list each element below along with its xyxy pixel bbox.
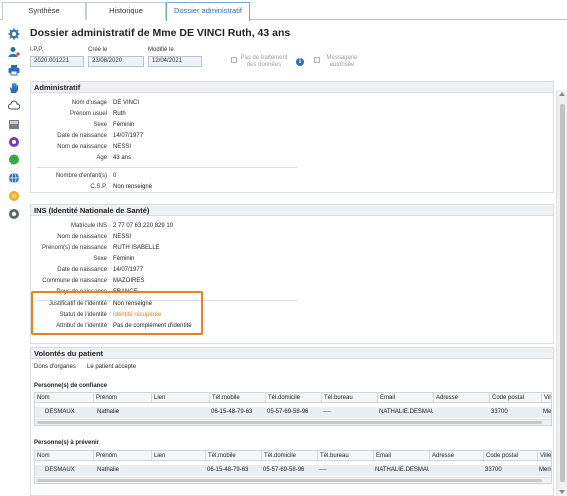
ipp-label: I.P.P. (30, 47, 44, 53)
printer-icon[interactable] (7, 63, 20, 76)
confiance-caption: Personne(s) de confiance (34, 383, 108, 389)
messagerie-checkbox[interactable] (314, 57, 320, 63)
messagerie-label: Messagerie autorisée (326, 55, 358, 68)
administratif-title: Administratif (31, 82, 553, 93)
pas-traitement-checkbox[interactable] (231, 57, 237, 63)
column-header[interactable]: Nom (35, 451, 93, 461)
table-cell: NATHALIE.DESMAU... (375, 467, 429, 473)
column-header[interactable]: Email (377, 393, 433, 403)
table-cell: Me (543, 409, 552, 415)
content-scroll-area: Administratif Nom d'usage DE VINCI Prénom… (26, 78, 567, 496)
purple-circle-icon[interactable] (7, 135, 20, 148)
ins-section: INS (Identité Nationale de Santé) Matric… (30, 204, 554, 344)
column-header[interactable]: Code postal (483, 451, 537, 461)
table-cell: 33700 (485, 467, 502, 473)
info-icon[interactable]: i (296, 58, 304, 66)
column-header[interactable]: Adresse (433, 393, 489, 403)
gear-icon[interactable] (7, 27, 20, 40)
column-header[interactable]: Tél.bureau (321, 393, 377, 403)
gray-circle-icon[interactable] (7, 207, 20, 220)
orange-coin-icon[interactable] (7, 189, 20, 202)
left-toolbar (0, 20, 26, 496)
table-cell: NATHALIE.DESMAU... (379, 409, 433, 415)
cree-le-field[interactable]: 23/08/2020 (88, 56, 144, 67)
column-header[interactable]: Ville (541, 393, 551, 403)
user-key-icon[interactable] (7, 45, 20, 58)
column-header[interactable]: Adresse (429, 451, 483, 461)
table-cell: Nathalie (97, 409, 120, 415)
table-cell: Merign (539, 467, 551, 473)
table-cell: 06-15-48-79-63 (207, 467, 249, 473)
main-panel: Dossier administratif de Mme DE VINCI Ru… (26, 20, 567, 496)
prevenir-table: Nom Prénom Lien Tél.mobile Tél.domicile … (34, 450, 552, 484)
scrollbar-thumb[interactable] (37, 479, 542, 482)
table-cell (431, 465, 481, 476)
modifie-le-field[interactable]: 12/04/2021 (148, 56, 202, 67)
column-header[interactable]: Lien (151, 393, 209, 403)
table-cell: 05-57-69-58-96 (267, 409, 309, 415)
table-cell (435, 407, 487, 418)
horizontal-scrollbar[interactable] (35, 419, 551, 425)
scroll-up-arrow-icon[interactable] (559, 92, 565, 96)
table-cell: 06-15-48-79-63 (211, 409, 253, 415)
ins-title: INS (Identité Nationale de Santé) (31, 205, 553, 216)
column-header[interactable]: Email (373, 451, 429, 461)
table-header: Nom Prénom Lien Tél.mobile Tél.domicile … (35, 393, 551, 403)
horizontal-scrollbar[interactable] (35, 477, 551, 483)
tab-bar: Synthèse Historique Dossier administrati… (0, 0, 567, 21)
vertical-scrollbar[interactable] (556, 90, 567, 496)
table-row[interactable]: DESMAUX Nathalie 06-15-48-79-63 05-57-69… (35, 465, 551, 476)
dons-value: Le patient accepte (87, 364, 137, 370)
table-cell: 33700 (491, 409, 508, 415)
table-cell (153, 465, 203, 476)
prevenir-caption: Personne(s) à prévenir (34, 440, 100, 446)
tab-dossier-administratif[interactable]: Dossier administratif (166, 2, 250, 21)
dons-label: Dons d'organes (34, 364, 76, 370)
scrollbar-thumb[interactable] (560, 104, 565, 482)
column-header[interactable]: Tél.bureau (317, 451, 373, 461)
column-header[interactable]: Code postal (489, 393, 541, 403)
column-header[interactable]: Tél.domicile (261, 451, 317, 461)
column-header[interactable]: Ville (537, 451, 551, 461)
green-chat-icon[interactable] (7, 153, 20, 166)
blue-globe-icon[interactable] (7, 171, 20, 184)
table-cell: DESMAUX (45, 467, 75, 473)
divider (37, 167, 297, 168)
modifie-le-label: Modifié le (148, 47, 174, 53)
ipp-field[interactable]: 2020.001221 (30, 56, 84, 67)
tab-historique[interactable]: Historique (86, 2, 166, 20)
pas-traitement-label: Pas de traitement des données (240, 55, 288, 68)
scroll-down-arrow-icon[interactable] (559, 490, 565, 494)
card-reader-icon[interactable] (7, 117, 20, 130)
cree-le-label: Créé le (88, 47, 108, 53)
table-cell: 05-57-69-58-96 (263, 467, 305, 473)
administratif-section: Administratif Nom d'usage DE VINCI Prénom… (30, 81, 554, 193)
column-header[interactable]: Lien (151, 451, 205, 461)
cloud-icon[interactable] (7, 99, 20, 112)
column-header[interactable]: Nom (35, 393, 93, 403)
scrollbar-thumb[interactable] (37, 421, 542, 424)
volontes-section: Volontés du patient Dons d'organes Le pa… (30, 347, 554, 496)
table-header: Nom Prénom Lien Tél.mobile Tél.domicile … (35, 451, 551, 461)
hand-icon[interactable] (7, 81, 20, 94)
table-cell: DESMAUX (45, 409, 75, 415)
confiance-table: Nom Prénom Lien Tél.mobile Tél.domicile … (34, 392, 552, 426)
table-cell: ---- (323, 409, 331, 415)
table-row[interactable]: DESMAUX Nathalie 06-15-48-79-63 05-57-69… (35, 407, 551, 418)
identity-status-value: Identité récupérée (113, 312, 162, 318)
column-header[interactable]: Prénom (93, 451, 151, 461)
tab-synthese[interactable]: Synthèse (2, 2, 86, 20)
column-header[interactable]: Tél.domicile (265, 393, 321, 403)
table-cell: ---- (319, 467, 327, 473)
table-cell (155, 407, 205, 418)
column-header[interactable]: Tél.mobile (205, 451, 261, 461)
column-header[interactable]: Prénom (93, 393, 151, 403)
volontes-title: Volontés du patient (31, 348, 553, 359)
table-cell: Nathalie (97, 467, 120, 473)
column-header[interactable]: Tél.mobile (209, 393, 265, 403)
page-title: Dossier administratif de Mme DE VINCI Ru… (30, 27, 291, 39)
